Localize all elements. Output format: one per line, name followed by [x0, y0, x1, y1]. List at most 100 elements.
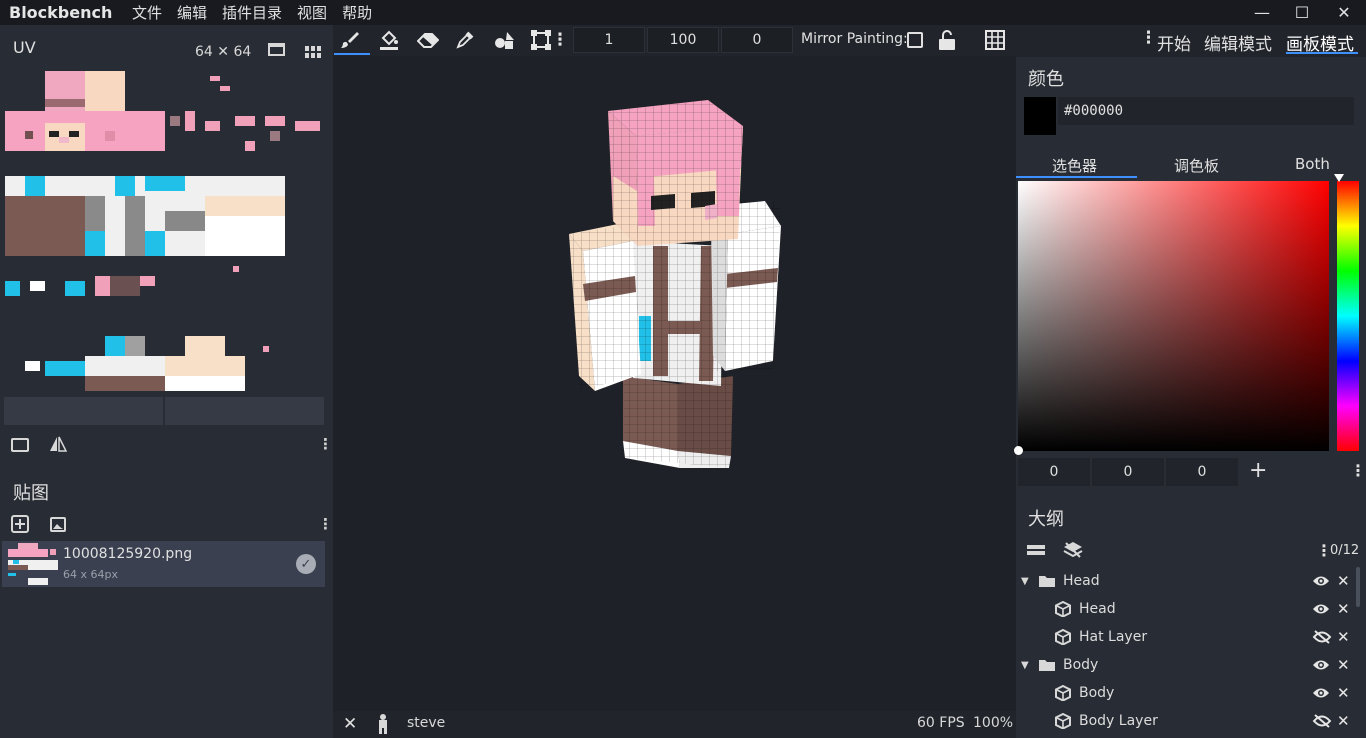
color-picker-tool-icon[interactable] — [451, 27, 479, 53]
outliner-count: 0/12 — [1330, 543, 1360, 558]
tab-start[interactable]: 开始 — [1157, 30, 1191, 55]
outliner-row-label: Body — [1063, 657, 1099, 673]
tab-color-picker[interactable]: 选色器 — [1052, 155, 1097, 176]
outliner-row-group-body[interactable]: ▼ Body ✕ — [1016, 651, 1356, 679]
textures-panel-title: 贴图 — [13, 483, 49, 504]
brush-opacity-input[interactable]: 100 — [647, 27, 719, 53]
cube-icon — [1055, 601, 1071, 617]
uv-grid-view-icon[interactable] — [305, 44, 321, 62]
menu-view[interactable]: 视图 — [297, 2, 327, 23]
hue-slider[interactable] — [1337, 181, 1359, 451]
remove-icon[interactable]: ✕ — [1337, 600, 1350, 618]
current-color-swatch[interactable] — [1024, 97, 1056, 135]
player-model-preview[interactable] — [333, 56, 1016, 711]
add-group-icon[interactable] — [1027, 543, 1045, 561]
mode-more-icon[interactable]: ⋮ — [1140, 28, 1157, 48]
red-input[interactable]: 0 — [1018, 458, 1090, 486]
import-texture-icon[interactable] — [50, 517, 66, 536]
hue-slider-handle[interactable] — [1334, 174, 1344, 182]
uv-face-icon[interactable] — [11, 438, 29, 456]
mirror-painting-label: Mirror Painting: — [801, 31, 908, 47]
eye-icon[interactable] — [1312, 603, 1330, 615]
paint-toolbar: ⋮ 1 100 0 Mirror Painting: — [333, 25, 1016, 56]
eye-icon[interactable] — [1312, 659, 1330, 671]
eye-icon[interactable] — [1312, 687, 1330, 699]
eye-off-icon[interactable] — [1312, 714, 1332, 728]
remove-icon[interactable]: ✕ — [1337, 712, 1350, 730]
outliner-row-cube-body[interactable]: Body ✕ — [1016, 679, 1356, 707]
folder-icon — [1039, 660, 1055, 671]
menu-edit[interactable]: 编辑 — [177, 2, 207, 23]
maximize-button[interactable]: ☐ — [1282, 0, 1322, 25]
outliner-row-group-head[interactable]: ▼ Head ✕ — [1016, 567, 1356, 595]
add-texture-icon[interactable] — [11, 515, 31, 537]
textures-more-icon[interactable]: ⋮ — [318, 515, 333, 533]
add-color-icon[interactable]: + — [1249, 458, 1267, 483]
eye-icon[interactable] — [1312, 575, 1330, 587]
title-bar: Blockbench 文件 编辑 插件目录 视图 帮助 — ☐ ✕ — [0, 0, 1366, 25]
shape-tool-icon[interactable] — [490, 27, 518, 53]
tab-edit-mode[interactable]: 编辑模式 — [1204, 30, 1272, 55]
close-model-icon[interactable]: ✕ — [343, 714, 357, 734]
outliner-scrollbar[interactable] — [1356, 567, 1360, 607]
menu-help[interactable]: 帮助 — [342, 2, 372, 23]
folder-icon — [1039, 576, 1055, 587]
active-color-tab-indicator — [1016, 176, 1137, 178]
brush-tool-icon[interactable] — [336, 27, 364, 53]
pixel-grid-icon[interactable] — [981, 27, 1009, 53]
status-bar: ✕ steve 60 FPS 100% — [333, 711, 1016, 738]
blue-input[interactable]: 0 — [1166, 458, 1238, 486]
cube-icon — [1055, 685, 1071, 701]
close-window-button[interactable]: ✕ — [1324, 0, 1364, 25]
uv-more-icon[interactable]: ⋮ — [318, 435, 333, 453]
outliner-row-cube-body-layer[interactable]: Body Layer ✕ — [1016, 707, 1356, 735]
lock-open-icon[interactable] — [933, 27, 961, 53]
hex-color-input[interactable]: #000000 — [1058, 97, 1354, 125]
uv-panel-title: UV — [13, 38, 36, 57]
cube-icon — [1055, 629, 1071, 645]
green-input[interactable]: 0 — [1092, 458, 1164, 486]
outliner-row-cube-head[interactable]: Head ✕ — [1016, 595, 1356, 623]
uv-texture-canvas[interactable] — [5, 71, 325, 391]
outliner-row-cube-hat-layer[interactable]: Hat Layer ✕ — [1016, 623, 1356, 651]
model-name: steve — [407, 715, 446, 731]
remove-icon[interactable]: ✕ — [1337, 628, 1350, 646]
menu-plugins[interactable]: 插件目录 — [222, 2, 282, 23]
minimize-button[interactable]: — — [1242, 0, 1282, 25]
chevron-down-icon[interactable]: ▼ — [1021, 660, 1029, 671]
eye-off-icon[interactable] — [1312, 630, 1332, 644]
color-more-icon[interactable]: ⋮ — [1350, 461, 1366, 480]
brush-softness-input[interactable]: 0 — [721, 27, 793, 53]
outliner-row-label: Body Layer — [1079, 713, 1158, 729]
brush-size-input[interactable]: 1 — [573, 27, 645, 53]
eraser-tool-icon[interactable] — [414, 27, 442, 53]
texture-name: 10008125920.png — [63, 546, 193, 562]
uv-single-view-icon[interactable] — [268, 42, 285, 61]
outliner-title: 大纲 — [1028, 509, 1064, 530]
zoom-readout: 100% — [973, 715, 1014, 731]
chevron-down-icon[interactable]: ▼ — [1021, 576, 1029, 587]
uv-slot-2[interactable] — [165, 397, 324, 425]
remove-icon[interactable]: ✕ — [1337, 684, 1350, 702]
remove-icon[interactable]: ✕ — [1337, 656, 1350, 674]
menu-file[interactable]: 文件 — [132, 2, 162, 23]
remove-icon[interactable]: ✕ — [1337, 572, 1350, 590]
texture-selected-check-icon[interactable]: ✓ — [296, 554, 316, 574]
tab-both[interactable]: Both — [1295, 155, 1330, 173]
color-panel-title: 颜色 — [1028, 69, 1064, 90]
layers-icon[interactable] — [1063, 541, 1083, 563]
menu-bar: 文件 编辑 插件目录 视图 帮助 — [132, 2, 387, 23]
outliner-row-label: Head — [1079, 601, 1116, 617]
color-picker-handle[interactable] — [1014, 446, 1023, 455]
toolbar-more-icon[interactable]: ⋮ — [551, 27, 569, 53]
saturation-value-picker[interactable] — [1018, 181, 1329, 451]
mirror-icon[interactable] — [49, 436, 68, 456]
active-tool-indicator — [334, 53, 370, 55]
fill-tool-icon[interactable] — [375, 27, 403, 53]
mirror-painting-checkbox[interactable] — [907, 32, 923, 48]
uv-slot-1[interactable] — [4, 397, 163, 425]
mode-tabs: ⋮ 开始 编辑模式 画板模式 — [1016, 25, 1366, 57]
tab-palette[interactable]: 调色板 — [1174, 155, 1219, 176]
texture-item[interactable]: 10008125920.png 64 x 64px ✓ — [2, 541, 325, 587]
3d-viewport[interactable] — [333, 56, 1016, 711]
